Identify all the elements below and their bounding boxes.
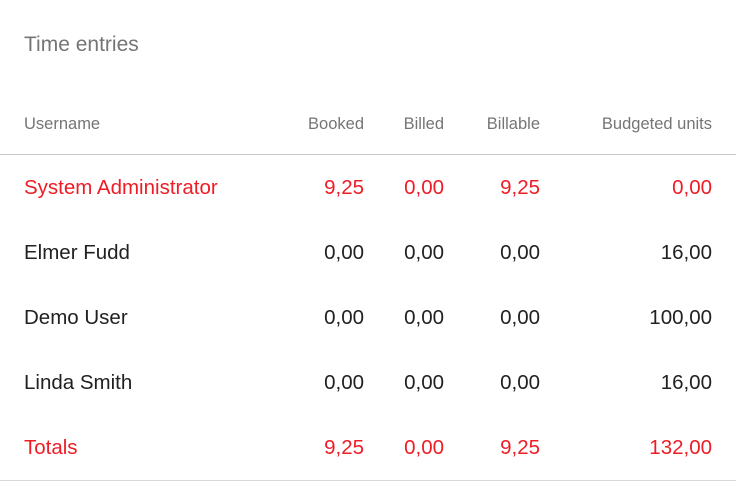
cell-billed: 0,00 [404,306,444,329]
cell-booked: 0,00 [324,306,364,329]
cell-billable: 9,25 [500,176,540,199]
cell-billed: 0,00 [404,371,444,394]
table-row[interactable]: Linda Smith 0,00 0,00 0,00 16,00 [0,350,736,415]
table-row[interactable]: Demo User 0,00 0,00 0,00 100,00 [0,285,736,350]
totals-billed: 0,00 [364,415,444,481]
cell-billable: 0,00 [500,241,540,264]
cell-booked: 0,00 [324,371,364,394]
totals-booked: 9,25 [280,415,364,481]
panel-title: Time entries [24,33,139,56]
header-row: Username Booked Billed Billable Budgeted… [0,96,736,155]
cell-billed: 0,00 [404,241,444,264]
cell-billed: 0,00 [404,176,444,199]
cell-username: Demo User [24,306,128,329]
cell-username: Linda Smith [24,371,133,394]
cell-budgeted-units: 16,00 [660,371,712,394]
time-entries-panel: Time entries Username Booked Billed Bill… [0,0,736,490]
column-header-budgeted-units[interactable]: Budgeted units [540,96,736,155]
cell-budgeted-units: 0,00 [672,176,712,199]
cell-booked: 9,25 [324,176,364,199]
column-header-booked[interactable]: Booked [280,96,364,155]
cell-billable: 0,00 [500,371,540,394]
cell-budgeted-units: 100,00 [649,306,712,329]
cell-username: Elmer Fudd [24,241,130,264]
cell-booked: 0,00 [324,241,364,264]
table-body: System Administrator 9,25 0,00 9,25 0,00… [0,155,736,481]
totals-billable: 9,25 [444,415,540,481]
cell-billable: 0,00 [500,306,540,329]
totals-budgeted-units: 132,00 [540,415,736,481]
table-row[interactable]: System Administrator 9,25 0,00 9,25 0,00 [0,155,736,221]
cell-budgeted-units: 16,00 [660,241,712,264]
totals-row: Totals 9,25 0,00 9,25 132,00 [0,415,736,481]
column-header-billed[interactable]: Billed [364,96,444,155]
table-header: Username Booked Billed Billable Budgeted… [0,96,736,155]
time-entries-table: Username Booked Billed Billable Budgeted… [0,96,736,481]
table-row[interactable]: Elmer Fudd 0,00 0,00 0,00 16,00 [0,220,736,285]
totals-label: Totals [0,415,280,481]
column-header-username[interactable]: Username [0,96,280,155]
column-header-billable[interactable]: Billable [444,96,540,155]
cell-username: System Administrator [24,176,218,199]
